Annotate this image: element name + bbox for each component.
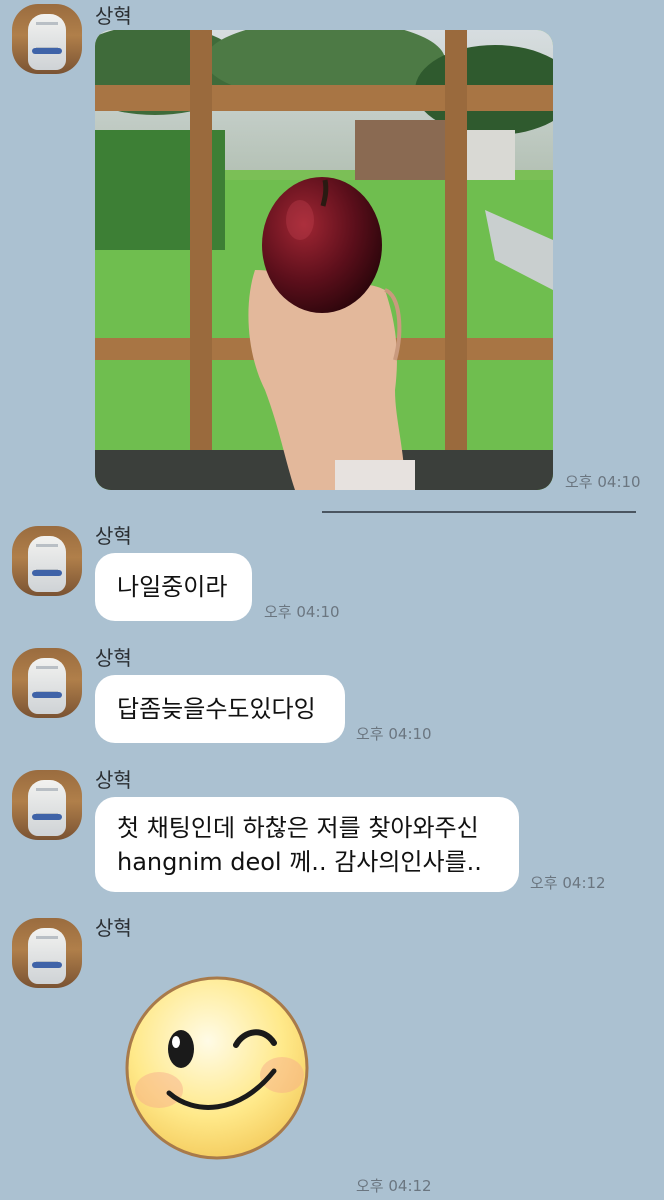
sender-name: 상혁 [95, 524, 132, 548]
sender-name: 상혁 [95, 646, 132, 670]
message-time: 오후 04:10 [264, 603, 340, 621]
message-time: 오후 04:10 [356, 725, 432, 743]
sender-avatar[interactable] [12, 4, 82, 74]
message-text-line1: 첫 채팅인데 하찮은 저를 찾아와주신 [117, 813, 479, 842]
message-text: 나일중이라 [117, 573, 228, 601]
sender-name: 상혁 [95, 768, 132, 792]
message-time: 오후 04:12 [530, 874, 606, 892]
message-bubble[interactable]: 나일중이라 [95, 553, 252, 621]
message-time: 오후 04:12 [356, 1177, 432, 1195]
winking-emoji-sticker[interactable] [124, 975, 310, 1161]
message-bubble[interactable]: 첫 채팅인데 하찮은 저를 찾아와주신 hangnim deol 께.. 감사의… [95, 797, 519, 892]
apple-photo-image [95, 30, 553, 490]
message-bubble[interactable]: 답좀늦을수도있다잉 [95, 675, 345, 743]
message-time: 오후 04:10 [565, 473, 641, 491]
sender-avatar[interactable] [12, 648, 82, 718]
sender-avatar[interactable] [12, 918, 82, 988]
sender-name: 상혁 [95, 916, 132, 940]
sender-name: 상혁 [95, 4, 132, 28]
sender-avatar[interactable] [12, 770, 82, 840]
photo-message[interactable] [95, 30, 553, 490]
message-text: 답좀늦을수도있다잉 [117, 695, 316, 723]
divider [322, 511, 636, 513]
wink-face-icon [125, 976, 309, 1160]
message-text-line2: hangnim deol 께.. 감사의인사를.. [117, 847, 482, 876]
sender-avatar[interactable] [12, 526, 82, 596]
